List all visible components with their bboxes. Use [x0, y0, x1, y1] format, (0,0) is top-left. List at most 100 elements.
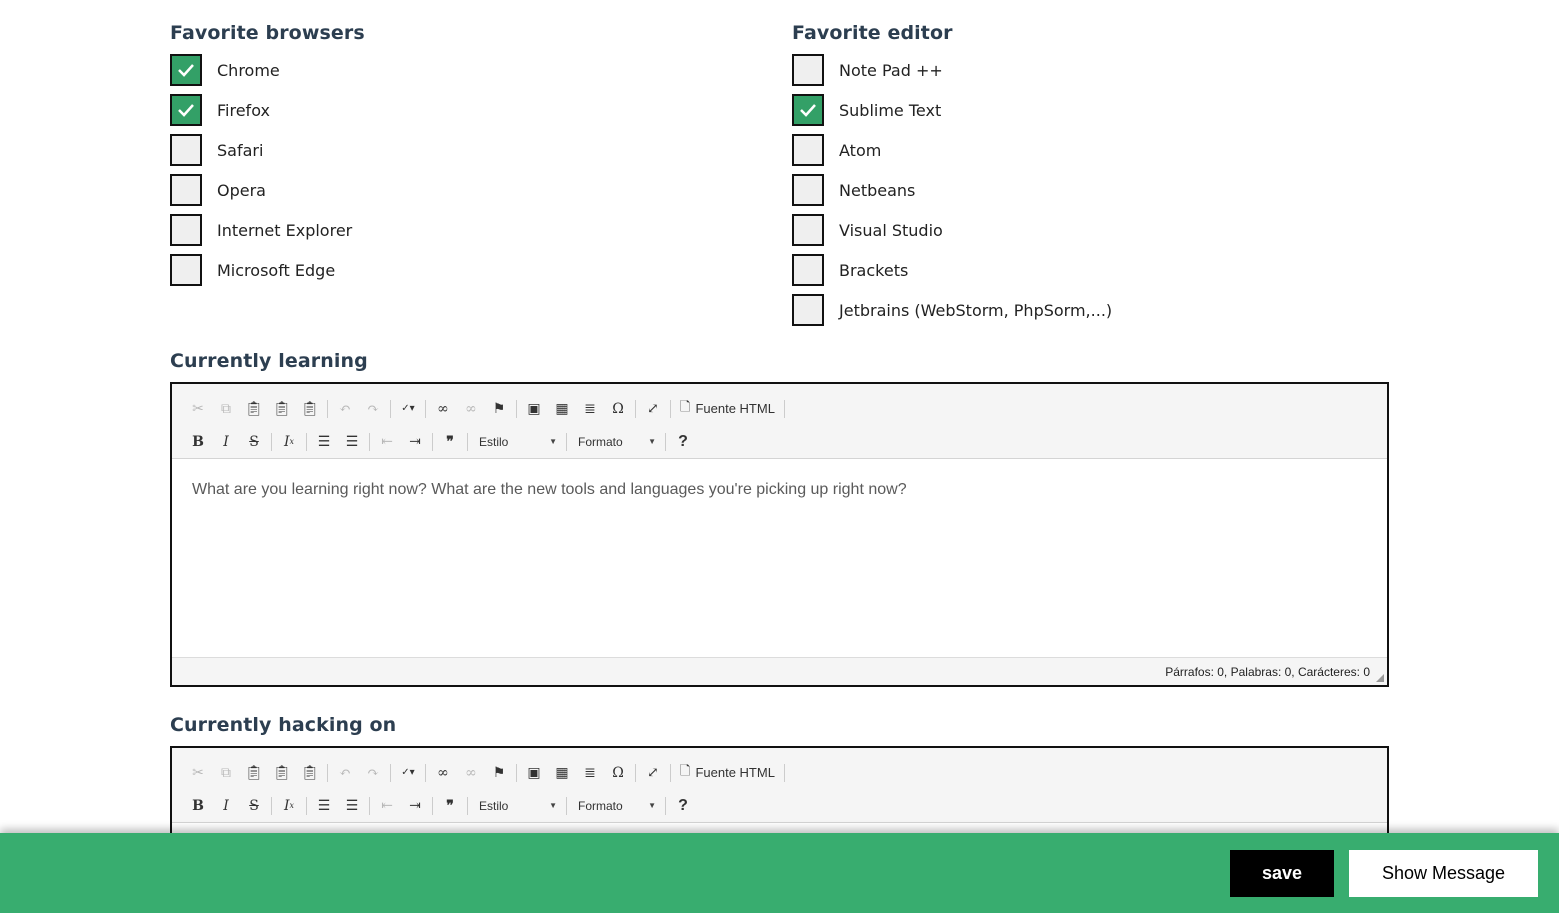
checkbox-box[interactable]: [792, 254, 824, 286]
horizontal-rule-icon[interactable]: ≣: [576, 760, 604, 786]
maximize-icon[interactable]: ⤢: [639, 760, 667, 786]
style-dropdown[interactable]: Estilo ▼: [471, 794, 563, 818]
bold-button[interactable]: B: [184, 793, 212, 819]
check-icon: [178, 104, 194, 117]
maximize-icon[interactable]: ⤢: [639, 396, 667, 422]
format-dropdown[interactable]: Formato ▼: [570, 794, 662, 818]
source-button[interactable]: 🗋︎ Fuente HTML: [674, 396, 781, 422]
table-icon[interactable]: ▦: [548, 760, 576, 786]
checkbox-jetbrains[interactable]: Jetbrains (WebStorm, PhpSorm,...): [792, 294, 1112, 326]
outdent-icon[interactable]: ⇤: [373, 429, 401, 455]
paste-icon[interactable]: 📋︎: [240, 396, 268, 422]
style-dropdown[interactable]: Estilo ▼: [471, 430, 563, 454]
format-label: Formato: [578, 798, 623, 813]
checkbox-box[interactable]: [170, 254, 202, 286]
checkbox-netbeans[interactable]: Netbeans: [792, 174, 915, 206]
toolbar-separator: [516, 399, 517, 418]
checkbox-box[interactable]: [170, 134, 202, 166]
checkbox-chrome[interactable]: Chrome: [170, 54, 280, 86]
resize-handle-icon[interactable]: [1376, 674, 1384, 682]
strike-button[interactable]: S: [240, 793, 268, 819]
checkbox-label: Sublime Text: [839, 100, 942, 120]
redo-icon[interactable]: ↷: [359, 396, 387, 422]
checkbox-label: Note Pad ++: [839, 60, 943, 80]
special-char-icon[interactable]: Ω: [604, 396, 632, 422]
help-button[interactable]: ?: [669, 429, 697, 455]
toolbar-separator: [327, 399, 328, 418]
paste-word-icon[interactable]: 📋︎: [296, 396, 324, 422]
italic-button[interactable]: I: [212, 429, 240, 455]
checkbox-box[interactable]: [170, 94, 202, 126]
copy-icon[interactable]: ⧉: [212, 396, 240, 422]
spellcheck-icon[interactable]: ✓▾: [394, 396, 422, 422]
blockquote-icon[interactable]: ❞: [436, 429, 464, 455]
strike-button[interactable]: S: [240, 429, 268, 455]
link-icon[interactable]: ∞: [429, 760, 457, 786]
redo-icon[interactable]: ↷: [359, 760, 387, 786]
unlink-icon[interactable]: ∞: [457, 396, 485, 422]
special-char-icon[interactable]: Ω: [604, 760, 632, 786]
anchor-flag-icon[interactable]: ⚑: [485, 760, 513, 786]
bold-button[interactable]: B: [184, 429, 212, 455]
learning-textarea[interactable]: What are you learning right now? What ar…: [172, 459, 1387, 657]
checkbox-box[interactable]: [170, 54, 202, 86]
format-label: Formato: [578, 434, 623, 449]
checkbox-safari[interactable]: Safari: [170, 134, 263, 166]
image-icon[interactable]: ▣: [520, 760, 548, 786]
save-button[interactable]: save: [1230, 850, 1334, 897]
checkbox-label: Brackets: [839, 260, 909, 280]
bulleted-list-icon[interactable]: ☰: [338, 429, 366, 455]
italic-button[interactable]: I: [212, 793, 240, 819]
checkbox-opera[interactable]: Opera: [170, 174, 266, 206]
paste-text-icon[interactable]: 📋︎: [268, 760, 296, 786]
checkbox-firefox[interactable]: Firefox: [170, 94, 270, 126]
bulleted-list-icon[interactable]: ☰: [338, 793, 366, 819]
link-icon[interactable]: ∞: [429, 396, 457, 422]
cut-icon[interactable]: ✂: [184, 760, 212, 786]
undo-icon[interactable]: ↶: [331, 760, 359, 786]
blockquote-icon[interactable]: ❞: [436, 793, 464, 819]
checkbox-box[interactable]: [792, 174, 824, 206]
numbered-list-icon[interactable]: ☰: [310, 429, 338, 455]
numbered-list-icon[interactable]: ☰: [310, 793, 338, 819]
outdent-icon[interactable]: ⇤: [373, 793, 401, 819]
toolbar-separator: [467, 432, 468, 451]
copy-icon[interactable]: ⧉: [212, 760, 240, 786]
checkbox-box[interactable]: [792, 214, 824, 246]
checkbox-notepad[interactable]: Note Pad ++: [792, 54, 943, 86]
indent-icon[interactable]: ⇥: [401, 793, 429, 819]
checkbox-box[interactable]: [792, 134, 824, 166]
checkbox-internet-explorer[interactable]: Internet Explorer: [170, 214, 352, 246]
checkbox-microsoft-edge[interactable]: Microsoft Edge: [170, 254, 335, 286]
checkbox-box[interactable]: [170, 214, 202, 246]
remove-format-icon[interactable]: Ix: [275, 429, 303, 455]
toolbar-separator: [432, 796, 433, 815]
checkbox-visual-studio[interactable]: Visual Studio: [792, 214, 943, 246]
spellcheck-icon[interactable]: ✓▾: [394, 760, 422, 786]
anchor-flag-icon[interactable]: ⚑: [485, 396, 513, 422]
image-icon[interactable]: ▣: [520, 396, 548, 422]
checkbox-box[interactable]: [792, 94, 824, 126]
indent-icon[interactable]: ⇥: [401, 429, 429, 455]
undo-icon[interactable]: ↶: [331, 396, 359, 422]
checkbox-box[interactable]: [170, 174, 202, 206]
table-icon[interactable]: ▦: [548, 396, 576, 422]
source-button[interactable]: 🗋︎ Fuente HTML: [674, 760, 781, 786]
profile-form: Favorite browsers Chrome Firefox Safari …: [0, 0, 1559, 913]
checkbox-brackets[interactable]: Brackets: [792, 254, 908, 286]
help-button[interactable]: ?: [669, 793, 697, 819]
cut-icon[interactable]: ✂: [184, 396, 212, 422]
check-icon: [178, 64, 194, 77]
horizontal-rule-icon[interactable]: ≣: [576, 396, 604, 422]
show-message-button[interactable]: Show Message: [1349, 850, 1538, 897]
checkbox-box[interactable]: [792, 294, 824, 326]
checkbox-sublime[interactable]: Sublime Text: [792, 94, 941, 126]
format-dropdown[interactable]: Formato ▼: [570, 430, 662, 454]
checkbox-box[interactable]: [792, 54, 824, 86]
checkbox-atom[interactable]: Atom: [792, 134, 881, 166]
unlink-icon[interactable]: ∞: [457, 760, 485, 786]
paste-icon[interactable]: 📋︎: [240, 760, 268, 786]
paste-text-icon[interactable]: 📋︎: [268, 396, 296, 422]
remove-format-icon[interactable]: Ix: [275, 793, 303, 819]
paste-word-icon[interactable]: 📋︎: [296, 760, 324, 786]
